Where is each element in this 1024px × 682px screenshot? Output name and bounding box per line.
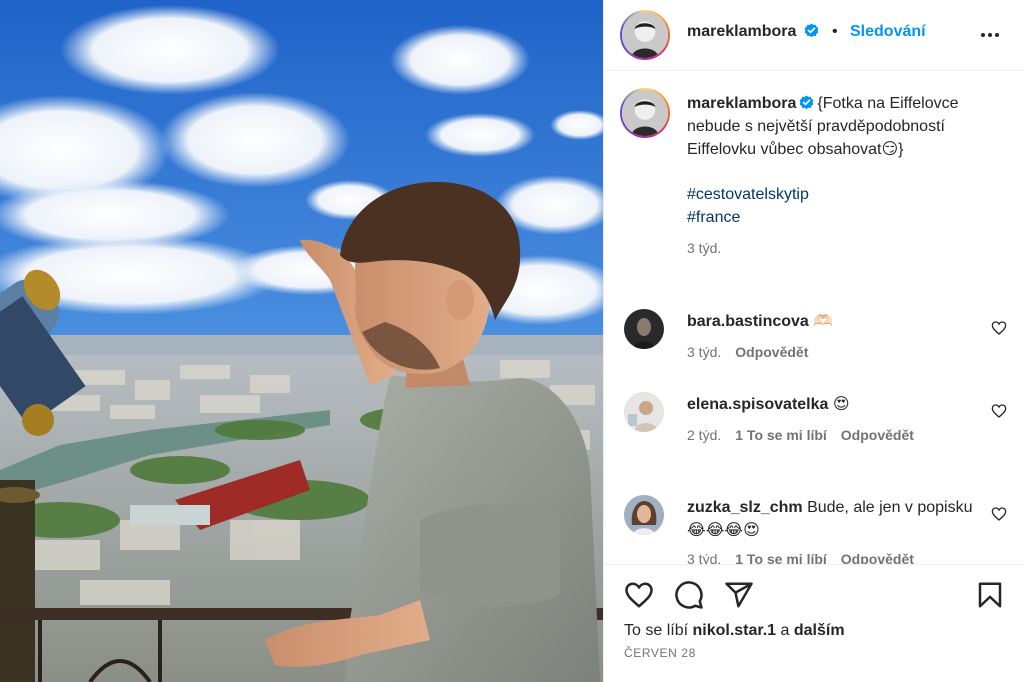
comment-like-heart-icon[interactable] [991,403,1007,419]
reply-button[interactable]: Odpovědět [841,427,914,443]
commenter-avatar[interactable] [624,495,664,535]
comment-text: 🫶🏻 [813,313,834,330]
post-date: ČERVEN 28 [624,646,696,660]
comment-like-heart-icon[interactable] [991,506,1007,522]
post-photo[interactable] [0,0,603,682]
author-username[interactable]: mareklambora [687,23,796,40]
comment-meta: 3 týd. Odpovědět [687,344,808,360]
reply-button[interactable]: Odpovědět [735,344,808,360]
reply-button[interactable]: Odpovědět [841,551,914,564]
commenter-avatar[interactable] [624,392,664,432]
comment-meta: 2 týd. 1 To se mi líbí Odpovědět [687,427,914,443]
comment-icon[interactable] [674,580,704,610]
likes-prefix: To se líbí [624,622,693,639]
post-caption: mareklambora {Fotka na Eiffelovce nebude… [687,92,997,260]
comments-list[interactable]: bara.bastincova 🫶🏻 3 týd. Odpovědět elen… [604,290,1024,564]
bookmark-icon[interactable] [975,580,1005,610]
commenter-username[interactable]: elena.spisovatelka [687,396,828,413]
caption-avatar-image [622,90,668,136]
comment-timestamp: 3 týd. [687,551,722,564]
comment-likes-count[interactable]: 1 To se mi líbí [735,551,827,564]
caption-author-avatar[interactable] [620,88,670,138]
likes-middle: a [776,622,794,639]
comment-timestamp: 2 týd. [687,427,722,443]
verified-badge-icon [800,95,814,110]
comment-body: bara.bastincova 🫶🏻 [687,310,977,333]
comment-meta: 3 týd. 1 To se mi líbí Odpovědět [687,551,914,564]
commenter-username[interactable]: zuzka_slz_chm [687,499,803,516]
author-avatar[interactable] [620,10,670,60]
verified-badge-icon [804,23,819,38]
header-separator: • [832,23,838,40]
comment-text: 😍 [832,396,850,413]
likes-summary: To se líbí nikol.star.1 a dalším [624,622,845,640]
commenter-avatar[interactable] [624,309,664,349]
post-actions-bar: To se líbí nikol.star.1 a dalším ČERVEN … [604,564,1024,682]
caption-timestamp: 3 týd. [687,240,722,256]
commenter-avatar-image [624,495,664,535]
follow-button[interactable]: Sledování [850,23,926,41]
author-line: mareklambora [687,23,819,41]
comment-body: elena.spisovatelka 😍 [687,393,977,416]
author-avatar-image [622,12,668,58]
share-icon[interactable] [724,580,754,610]
hashtag-link[interactable]: #france [687,206,997,229]
comment-like-heart-icon[interactable] [991,320,1007,336]
comment-likes-count[interactable]: 1 To se mi líbí [735,427,827,443]
likes-others-link[interactable]: dalším [794,622,845,639]
comment-timestamp: 3 týd. [687,344,722,360]
post-dialog: mareklambora • Sledování mareklambora {F… [0,0,1024,682]
heart-icon[interactable] [624,580,654,610]
caption-username[interactable]: mareklambora [687,95,796,112]
commenter-username[interactable]: bara.bastincova [687,313,809,330]
commenter-avatar-image [624,309,664,349]
liker-username[interactable]: nikol.star.1 [692,622,776,639]
commenter-avatar-image [624,392,664,432]
post-photo-image [0,0,603,682]
comment-body: zuzka_slz_chm Bude, ale jen v popisku 😂😂… [687,496,977,542]
post-side-panel: mareklambora • Sledování mareklambora {F… [603,0,1024,682]
post-header: mareklambora • Sledování [604,0,1024,71]
hashtag-link[interactable]: #cestovatelskytip [687,183,997,206]
more-horizontal-icon[interactable] [978,23,1002,47]
caption-body: mareklambora {Fotka na Eiffelovce nebude… [687,92,997,161]
